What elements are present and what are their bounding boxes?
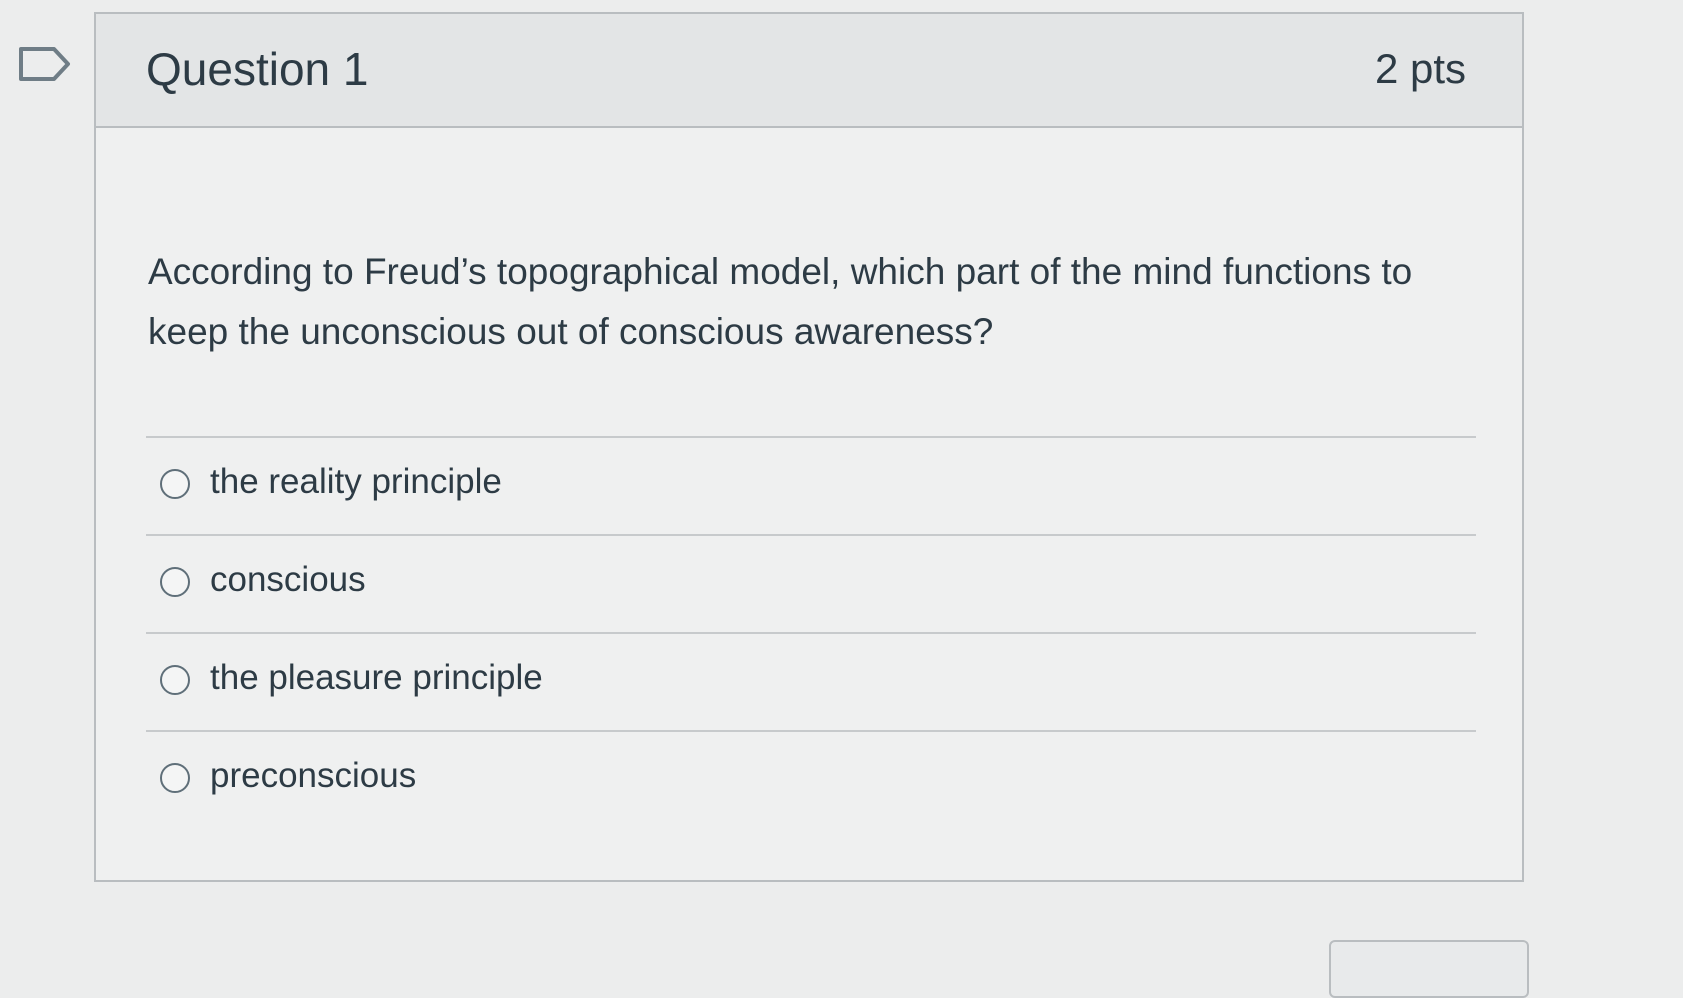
flag-question-icon[interactable] xyxy=(18,46,72,82)
question-title: Question 1 xyxy=(146,43,369,95)
radio-button[interactable] xyxy=(160,469,190,499)
answer-option-preconscious[interactable]: preconscious xyxy=(146,732,1476,830)
answer-label[interactable]: preconscious xyxy=(210,754,416,798)
radio-button[interactable] xyxy=(160,567,190,597)
answer-label[interactable]: the pleasure principle xyxy=(210,656,543,700)
question-header: Question 1 2 pts xyxy=(96,14,1522,128)
answer-option-pleasure-principle[interactable]: the pleasure principle xyxy=(146,634,1476,732)
radio-button[interactable] xyxy=(160,665,190,695)
answer-option-reality-principle[interactable]: the reality principle xyxy=(146,438,1476,536)
next-button[interactable] xyxy=(1329,940,1529,998)
answer-label[interactable]: conscious xyxy=(210,558,366,602)
answer-option-conscious[interactable]: conscious xyxy=(146,536,1476,634)
question-text: According to Freud’s topographical model… xyxy=(148,251,1413,352)
answer-list: the reality principle conscious the plea… xyxy=(146,436,1476,830)
radio-button[interactable] xyxy=(160,763,190,793)
question-points: 2 pts xyxy=(1374,45,1466,92)
question-card: Question 1 2 pts According to Freud’s to… xyxy=(94,12,1524,882)
answer-label[interactable]: the reality principle xyxy=(210,460,502,504)
